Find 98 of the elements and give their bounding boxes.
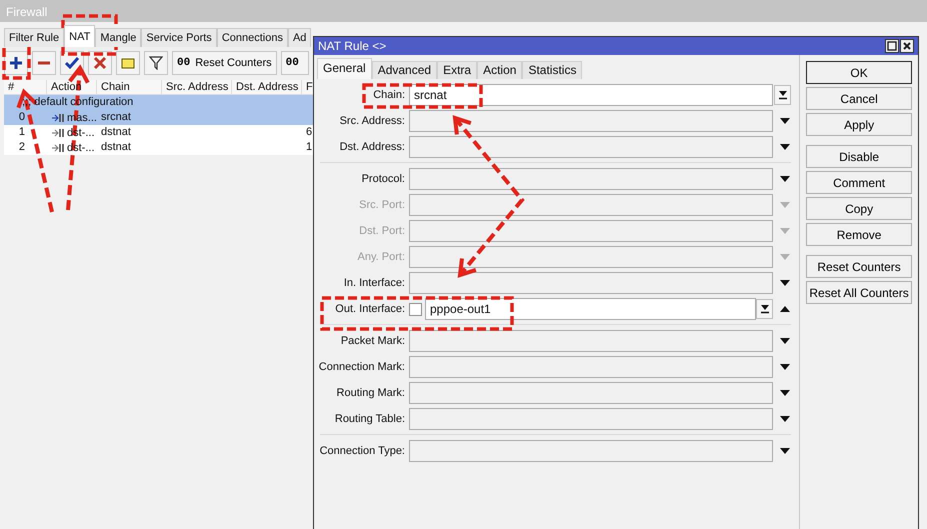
field-label: Chain:: [372, 88, 406, 103]
tab[interactable]: Extra: [437, 61, 478, 79]
dropdown-field[interactable]: [409, 272, 774, 294]
dialog-button[interactable]: Cancel: [806, 87, 912, 110]
field-label: Src. Address:: [338, 114, 406, 129]
column-header[interactable]: Chain: [97, 80, 162, 94]
tab[interactable]: Action: [477, 61, 522, 79]
table-cell-text: 1: [305, 140, 313, 155]
tab[interactable]: Ad: [288, 28, 312, 47]
dropdown-arrow-icon: [779, 117, 792, 125]
reset-counters-button[interactable]: 00 Reset Counters: [172, 51, 277, 75]
field-label: Connection Type:: [318, 444, 406, 459]
field-label: Any. Port:: [356, 250, 406, 265]
dropdown-field[interactable]: [409, 356, 774, 378]
table-cell-text: 1: [18, 125, 26, 140]
tab[interactable]: Service Ports: [141, 28, 217, 47]
dropdown-arrow-icon: [778, 90, 788, 100]
dialog-button[interactable]: Comment: [806, 171, 912, 194]
tab[interactable]: Connections: [216, 28, 288, 47]
rule-action-icon: [51, 128, 65, 138]
dropdown-arrow-icon: [779, 447, 792, 455]
dropdown-field[interactable]: [409, 110, 774, 132]
dropdown-arrow-icon: [760, 304, 770, 314]
dialog-button[interactable]: Disable: [806, 145, 912, 168]
field-label: Packet Mark:: [340, 334, 406, 349]
table-cell-text: dstnat: [100, 140, 132, 155]
table-cell-text: srcnat: [100, 110, 132, 125]
plus-icon: [9, 56, 23, 70]
tab[interactable]: Advanced: [372, 61, 438, 79]
table-cell-text: 6: [305, 125, 313, 140]
close-button[interactable]: [900, 39, 914, 53]
dialog-button[interactable]: Apply: [806, 113, 912, 136]
remove-button[interactable]: [32, 51, 56, 75]
up-arrow-icon: [779, 305, 792, 313]
table-cell-text: 2: [18, 140, 26, 155]
dropdown-field[interactable]: [409, 330, 774, 352]
dropdown-arrow-icon: [779, 415, 792, 423]
cross-icon: [93, 56, 107, 70]
chain-field[interactable]: srcnat: [409, 84, 774, 106]
tab[interactable]: General: [317, 58, 372, 79]
table-cell-text: dstnat: [100, 125, 132, 140]
dropdown-arrow-icon: [779, 143, 792, 151]
close-icon: [902, 41, 912, 51]
filter-button[interactable]: [144, 51, 168, 75]
dropdown-arrow-icon: [779, 363, 792, 371]
disable-button[interactable]: [88, 51, 112, 75]
dropdown-field[interactable]: [409, 382, 774, 404]
dropdown-field[interactable]: [409, 136, 774, 158]
column-header[interactable]: #: [4, 80, 47, 94]
note-icon: [121, 56, 135, 70]
tab[interactable]: Filter Rule: [4, 28, 64, 47]
comment-button[interactable]: [116, 51, 140, 75]
dialog-button[interactable]: Reset All Counters: [806, 281, 912, 304]
dropdown-arrow-icon: [779, 279, 792, 287]
field-label: Routing Table:: [334, 412, 406, 427]
field-label: Routing Mark:: [336, 386, 406, 401]
dropdown-arrow-icon: [779, 175, 792, 183]
dropdown-field[interactable]: [409, 168, 774, 190]
dropdown-arrow-icon: [779, 389, 792, 397]
filter-icon: [149, 56, 163, 70]
dropdown-arrow-icon: [779, 253, 792, 261]
window-title: Firewall: [6, 5, 48, 19]
toolbar-button[interactable]: 00: [280, 51, 309, 75]
combo-button[interactable]: [774, 85, 792, 105]
dropdown-field[interactable]: [409, 440, 774, 462]
rule-action-icon: [51, 142, 65, 152]
dropdown-arrow-icon: [779, 201, 792, 209]
dialog-button[interactable]: Remove: [806, 223, 912, 246]
checkbox[interactable]: [409, 302, 422, 316]
add-button[interactable]: [4, 51, 28, 75]
column-header[interactable]: Dst. Address: [232, 80, 302, 94]
interface-field[interactable]: pppoe-out1: [425, 298, 756, 320]
tab[interactable]: Mangle: [95, 28, 142, 47]
counter-icon: 00: [286, 54, 299, 72]
maximize-icon: [887, 41, 897, 51]
field-label: Connection Mark:: [318, 360, 406, 375]
check-icon: [65, 56, 79, 70]
field-label: In. Interface:: [342, 276, 406, 291]
window-title: NAT Rule <>: [318, 38, 386, 55]
field-label: Src. Port:: [358, 198, 406, 213]
counter-icon: 00: [177, 54, 190, 72]
column-header[interactable]: Src. Address: [162, 80, 232, 94]
combo-button[interactable]: [756, 299, 774, 319]
tab[interactable]: Statistics: [522, 61, 582, 79]
field-label: Out. Interface:: [334, 302, 406, 317]
rule-action-icon: [51, 112, 65, 122]
dropdown-arrow-icon: [779, 227, 792, 235]
dialog-button[interactable]: Reset Counters: [806, 255, 912, 278]
field-label: Protocol:: [360, 172, 406, 187]
dropdown-arrow-icon: [779, 337, 792, 345]
field-label: Dst. Port:: [358, 224, 406, 239]
dialog-button[interactable]: OK: [806, 61, 912, 84]
tab[interactable]: NAT: [64, 25, 96, 47]
dialog-button[interactable]: Copy: [806, 197, 912, 220]
dropdown-field[interactable]: [409, 408, 774, 430]
maximize-button[interactable]: [885, 39, 899, 53]
field-label: Dst. Address:: [338, 140, 406, 155]
table-cell-text: 0: [18, 110, 26, 125]
